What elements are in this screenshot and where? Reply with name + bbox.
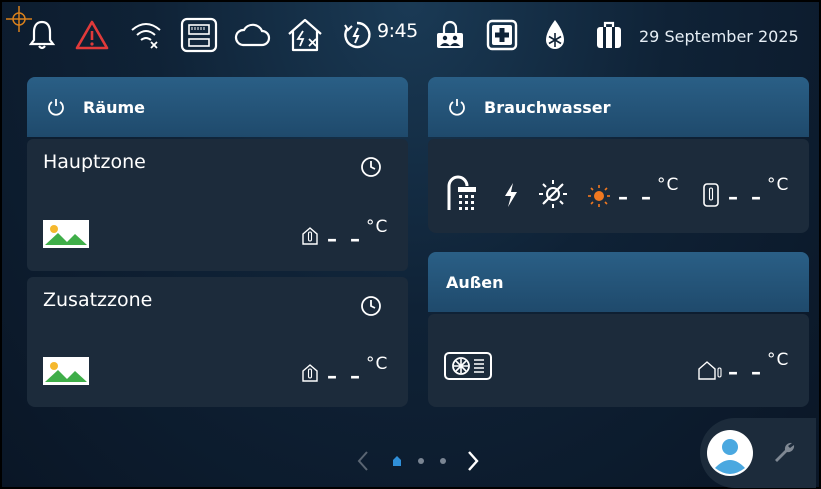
solar-temp-icon: [588, 185, 610, 207]
zone-image-icon: [43, 220, 89, 248]
room-temp-icon: [302, 364, 318, 382]
status-date: 29 September 2025: [639, 27, 799, 46]
wifi-off-icon[interactable]: [128, 18, 164, 52]
room-temp-icon: [302, 227, 318, 245]
brauchwasser-title: Brauchwasser: [484, 97, 611, 117]
power-icon[interactable]: [448, 98, 466, 116]
aussen-title: Außen: [446, 272, 504, 292]
solar-temp-unit: °C: [656, 175, 680, 195]
chevron-right-icon[interactable]: [466, 450, 480, 472]
aussen-card[interactable]: Außen – – °C: [428, 252, 809, 407]
outdoor-temperature: – – °C: [728, 350, 789, 384]
raeume-header[interactable]: Räume: [27, 77, 408, 137]
outdoor-temp-icon: [698, 361, 722, 380]
zone-image-icon: [43, 357, 89, 385]
tank-temperature: – – °C: [728, 175, 789, 209]
wrench-icon[interactable]: [772, 440, 796, 464]
home-smart-grid-off-icon[interactable]: [284, 18, 326, 52]
zone-card-hauptzone[interactable]: Hauptzone – – °C: [27, 139, 408, 271]
page-dot-home-icon[interactable]: [392, 455, 402, 467]
zone-name: Hauptzone: [43, 151, 146, 173]
tank-temp-value: – –: [728, 185, 764, 209]
raeume-title: Räume: [83, 97, 146, 117]
solar-temperature: – – °C: [618, 175, 679, 209]
tank-temp-unit: °C: [766, 175, 790, 195]
network-module-icon[interactable]: [179, 17, 219, 53]
zone-name: Zusatzzone: [43, 289, 153, 311]
zone-temperature: – – °C: [327, 217, 388, 251]
timer-icon[interactable]: [340, 18, 374, 52]
page-dot[interactable]: [440, 458, 446, 464]
zone-temp-unit: °C: [365, 217, 389, 237]
tank-temp-icon: [703, 183, 719, 207]
warning-icon[interactable]: [74, 18, 110, 52]
aussen-header[interactable]: Außen: [428, 252, 809, 312]
clock-icon[interactable]: [360, 156, 382, 178]
suitcase-icon[interactable]: [592, 18, 626, 52]
brauchwasser-body: – – °C – – °C: [428, 139, 809, 233]
power-icon[interactable]: [47, 98, 65, 116]
page-indicator: [356, 446, 480, 476]
first-aid-icon[interactable]: [485, 18, 519, 52]
clock-icon[interactable]: [360, 295, 382, 317]
shower-icon: [447, 175, 476, 210]
user-settings-panel: [700, 418, 816, 488]
zone-temp-value: – –: [327, 364, 363, 388]
page-dot[interactable]: [418, 458, 424, 464]
raeume-card: Räume Hauptzone – – °C Zusatzzone – – °C: [27, 77, 408, 407]
defrost-icon[interactable]: [538, 18, 572, 52]
lightning-icon: [505, 183, 517, 207]
zone-temp-unit: °C: [365, 354, 389, 374]
outdoor-temp-unit: °C: [766, 350, 790, 370]
outdoor-unit-icon: [444, 352, 492, 380]
chevron-left-icon[interactable]: [356, 450, 370, 472]
lock-user-icon[interactable]: [432, 18, 468, 52]
zone-temperature: – – °C: [327, 354, 388, 388]
zone-card-zusatzzone[interactable]: Zusatzzone – – °C: [27, 277, 408, 407]
status-bar: 9:45 29 September 2025: [0, 0, 821, 72]
user-avatar-icon[interactable]: [707, 430, 753, 476]
aussen-body: – – °C: [428, 314, 809, 407]
brauchwasser-header[interactable]: Brauchwasser: [428, 77, 809, 137]
solar-temp-value: – –: [618, 185, 654, 209]
sun-off-icon: [539, 180, 567, 208]
bell-icon[interactable]: [26, 18, 58, 52]
status-time: 9:45: [377, 20, 418, 42]
zone-temp-value: – –: [327, 227, 363, 251]
outdoor-temp-value: – –: [728, 360, 764, 384]
brauchwasser-card[interactable]: Brauchwasser – – °C – – °C: [428, 77, 809, 233]
cloud-icon[interactable]: [232, 18, 272, 52]
